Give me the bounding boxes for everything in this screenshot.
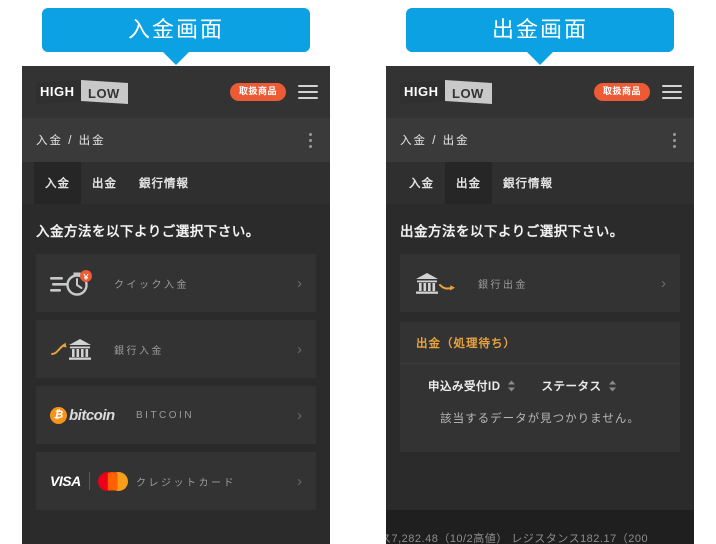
visa-wordmark: VISA: [50, 473, 81, 489]
method-label: 銀行入金: [114, 345, 164, 357]
card-divider: [88, 472, 90, 490]
hamburger-line: [298, 97, 318, 99]
deposit-panel: 入金画面 HIGH LOW 取扱商品 入金 / 出金 入金 出金 銀行情報 入金…: [22, 0, 330, 544]
tab-withdraw[interactable]: 出金: [445, 162, 492, 204]
hamburger-line: [662, 97, 682, 99]
breadcrumb-bar: 入金 / 出金: [22, 118, 330, 162]
products-button[interactable]: 取扱商品: [229, 83, 286, 101]
bank-arrow-in-icon: [50, 334, 114, 364]
bitcoin-wordmark: bitcoin: [69, 406, 115, 424]
deposit-app-frame: HIGH LOW 取扱商品 入金 / 出金 入金 出金 銀行情報 入金方法を以下…: [22, 66, 330, 544]
sort-toggle-icon[interactable]: [507, 380, 516, 392]
svg-text:LOW: LOW: [88, 86, 120, 101]
withdraw-content: 出金方法を以下よりご選択下さい。 銀行出金 › 出金（処理待ち） 申込み受付ID…: [386, 204, 694, 452]
pending-withdrawals-card: 出金（処理待ち） 申込み受付ID ステータス 該当するデータが見つかりません。: [400, 322, 680, 452]
ticker-text: ス7,282.48（10/2高値） レジスタンス182.17（200: [386, 533, 649, 544]
highlow-logo-icon: HIGH LOW: [36, 80, 128, 104]
method-row-bitcoin[interactable]: ₿ bitcoin BITCOIN ›: [36, 386, 316, 444]
empty-state-message: 該当するデータが見つかりません。: [440, 413, 640, 425]
method-row-quick-deposit[interactable]: ￥ クイック入金 ›: [36, 254, 316, 312]
method-label: クレジットカード: [136, 477, 236, 489]
method-row-bank-withdraw[interactable]: 銀行出金 ›: [400, 254, 680, 312]
callout-tail-icon: [526, 51, 554, 65]
withdraw-callout-label: 出金画面: [491, 17, 588, 42]
svg-text:￥: ￥: [82, 273, 90, 282]
breadcrumb-bar: 入金 / 出金: [386, 118, 694, 162]
chevron-right-icon: ›: [297, 274, 302, 292]
chevron-right-icon: ›: [297, 406, 302, 424]
withdraw-app-frame: HIGH LOW 取扱商品 入金 / 出金 入金 出金 銀行情報 出金方法を以下…: [386, 66, 694, 544]
pending-table-header-row: 申込み受付ID ステータス: [416, 378, 664, 394]
withdraw-panel: 出金画面 HIGH LOW 取扱商品 入金 / 出金 入金 出金 銀行情報 出金…: [386, 0, 694, 544]
kebab-dot: [673, 144, 676, 148]
pending-withdrawals-title: 出金（処理待ち）: [400, 322, 680, 364]
deposit-content: 入金方法を以下よりご選択下さい。 ￥ クイック入金 › 銀行入金 › ₿ bit…: [22, 204, 330, 510]
kebab-dot: [673, 132, 676, 136]
hamburger-line: [662, 85, 682, 87]
tab-bank-info[interactable]: 銀行情報: [128, 162, 200, 204]
column-header-request-id[interactable]: 申込み受付ID: [428, 378, 516, 394]
tab-bank-info[interactable]: 銀行情報: [492, 162, 564, 204]
deposit-callout-bubble: 入金画面: [42, 8, 310, 65]
bitcoin-mark: ₿ bitcoin: [50, 406, 115, 424]
bitcoin-logo-icon: ₿ bitcoin: [50, 406, 136, 424]
method-row-credit-card[interactable]: VISA クレジットカード ›: [36, 452, 316, 510]
tab-withdraw[interactable]: 出金: [81, 162, 128, 204]
products-button[interactable]: 取扱商品: [593, 83, 650, 101]
market-ticker: ス7,282.48（10/2高値） レジスタンス182.17（200: [386, 510, 694, 544]
column-label: ステータス: [541, 381, 602, 393]
visa-mastercard-icon: VISA: [50, 471, 136, 491]
hamburger-line: [298, 91, 318, 93]
method-label: クイック入金: [114, 279, 189, 291]
method-row-bank-deposit[interactable]: 銀行入金 ›: [36, 320, 316, 378]
chevron-right-icon: ›: [661, 274, 666, 292]
bank-arrow-out-icon: [414, 268, 478, 298]
svg-text:HIGH: HIGH: [40, 84, 75, 99]
app-header: HIGH LOW 取扱商品: [386, 66, 694, 118]
highlow-logo[interactable]: HIGH LOW: [34, 80, 130, 104]
hamburger-menu-icon[interactable]: [298, 85, 318, 99]
breadcrumb: 入金 / 出金: [36, 135, 106, 147]
highlow-logo-icon: HIGH LOW: [400, 80, 492, 104]
tab-deposit[interactable]: 入金: [398, 162, 445, 204]
withdraw-callout-bubble: 出金画面: [406, 8, 674, 65]
column-label: 申込み受付ID: [428, 381, 501, 393]
kebab-dot: [309, 132, 312, 136]
bitcoin-symbol: ₿: [50, 406, 67, 424]
app-header: HIGH LOW 取扱商品: [22, 66, 330, 118]
svg-text:HIGH: HIGH: [404, 84, 439, 99]
hamburger-menu-icon[interactable]: [662, 85, 682, 99]
chevron-right-icon: ›: [297, 340, 302, 358]
stopwatch-speed-icon: ￥: [50, 268, 114, 298]
method-label: BITCOIN: [136, 409, 195, 421]
sort-toggle-icon[interactable]: [608, 380, 617, 392]
kebab-dot: [309, 138, 312, 142]
method-label: 銀行出金: [478, 279, 528, 291]
tab-deposit[interactable]: 入金: [34, 162, 81, 204]
deposit-callout-label: 入金画面: [127, 17, 224, 42]
more-options-icon[interactable]: [669, 131, 680, 150]
more-options-icon[interactable]: [305, 131, 316, 150]
screenshot-root: 入金画面 HIGH LOW 取扱商品 入金 / 出金 入金 出金 銀行情報 入金…: [0, 0, 716, 544]
withdraw-section-title: 出金方法を以下よりご選択下さい。: [400, 224, 624, 239]
column-header-status[interactable]: ステータス: [542, 378, 617, 394]
kebab-dot: [309, 144, 312, 148]
breadcrumb: 入金 / 出金: [400, 135, 470, 147]
highlow-logo[interactable]: HIGH LOW: [398, 80, 494, 104]
kebab-dot: [673, 138, 676, 142]
tab-bar: 入金 出金 銀行情報: [386, 162, 694, 204]
callout-tail-icon: [162, 51, 190, 65]
tab-bar: 入金 出金 銀行情報: [22, 162, 330, 204]
hamburger-line: [298, 85, 318, 87]
hamburger-line: [662, 91, 682, 93]
svg-text:LOW: LOW: [452, 86, 484, 101]
deposit-section-title: 入金方法を以下よりご選択下さい。: [36, 224, 260, 239]
chevron-right-icon: ›: [297, 472, 302, 490]
pending-withdrawals-body: 申込み受付ID ステータス 該当するデータが見つかりません。: [400, 364, 680, 452]
mastercard-icon: [97, 471, 128, 491]
card-brand-group: VISA: [50, 471, 128, 491]
